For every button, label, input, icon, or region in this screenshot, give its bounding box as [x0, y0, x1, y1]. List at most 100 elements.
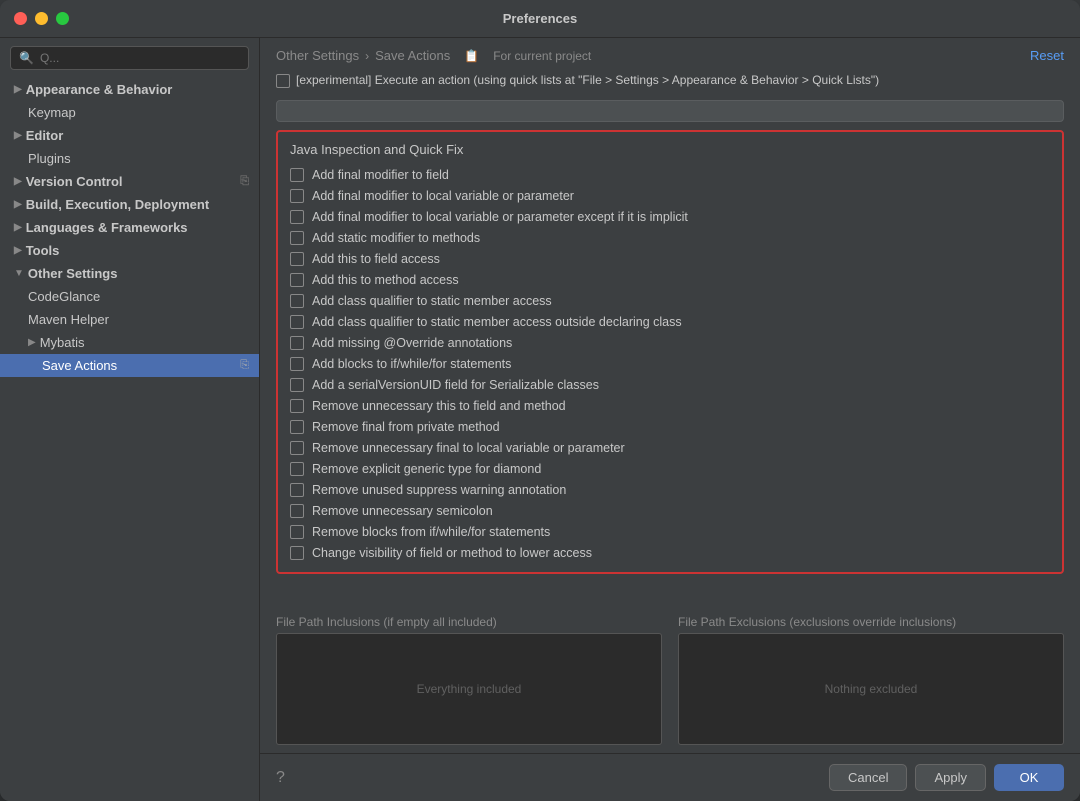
- ok-button[interactable]: OK: [994, 764, 1064, 791]
- checkbox-remove-semicolon[interactable]: [290, 504, 304, 518]
- search-box[interactable]: 🔍: [10, 46, 249, 70]
- label-add-final-local: Add final modifier to local variable or …: [312, 189, 574, 203]
- filepath-inclusions-label: File Path Inclusions (if empty all inclu…: [276, 615, 662, 629]
- checkbox-add-class-qualifier-outside[interactable]: [290, 315, 304, 329]
- maximize-button[interactable]: [56, 12, 69, 25]
- dropdown-row[interactable]: [276, 100, 1064, 122]
- reset-button[interactable]: Reset: [1030, 48, 1064, 63]
- filepath-exclusions-panel: Nothing excluded: [678, 633, 1064, 745]
- checkbox-add-final-local-implicit[interactable]: [290, 210, 304, 224]
- sidebar-item-other-settings[interactable]: ▼ Other Settings: [0, 262, 259, 285]
- inspection-item-remove-semicolon[interactable]: Remove unnecessary semicolon: [290, 501, 1050, 520]
- panel-body: [experimental] Execute an action (using …: [260, 69, 1080, 607]
- inspection-item-remove-blocks[interactable]: Remove blocks from if/while/for statemen…: [290, 522, 1050, 541]
- checkbox-remove-generic[interactable]: [290, 462, 304, 476]
- sidebar-item-build-execution[interactable]: ▶ Build, Execution, Deployment: [0, 193, 259, 216]
- arrow-icon: ▶: [28, 337, 36, 348]
- window-controls[interactable]: [14, 12, 69, 25]
- sidebar-item-codeglance[interactable]: CodeGlance: [0, 285, 259, 308]
- checkbox-add-blocks[interactable]: [290, 357, 304, 371]
- sidebar-item-save-actions[interactable]: Save Actions ⎘: [0, 354, 259, 377]
- apply-button[interactable]: Apply: [915, 764, 986, 791]
- sidebar-item-mybatis[interactable]: ▶ Mybatis: [0, 331, 259, 354]
- checkbox-add-this-method[interactable]: [290, 273, 304, 287]
- filepath-exclusions-empty: Nothing excluded: [825, 682, 918, 696]
- checkbox-add-final-local[interactable]: [290, 189, 304, 203]
- arrow-icon: ▶: [14, 222, 22, 233]
- inspection-box: Java Inspection and Quick Fix Add final …: [276, 130, 1064, 574]
- label-remove-generic: Remove explicit generic type for diamond: [312, 462, 541, 476]
- checkbox-change-visibility[interactable]: [290, 546, 304, 560]
- filepath-inclusions-empty: Everything included: [417, 682, 522, 696]
- inspection-item-remove-generic[interactable]: Remove explicit generic type for diamond: [290, 459, 1050, 478]
- inspection-item-remove-suppress[interactable]: Remove unused suppress warning annotatio…: [290, 480, 1050, 499]
- checkbox-remove-final-private[interactable]: [290, 420, 304, 434]
- breadcrumb-project-label: For current project: [493, 49, 591, 63]
- inspection-item-add-this-method[interactable]: Add this to method access: [290, 270, 1050, 289]
- inspection-item-change-visibility[interactable]: Change visibility of field or method to …: [290, 543, 1050, 562]
- sidebar-item-maven-helper[interactable]: Maven Helper: [0, 308, 259, 331]
- inspection-item-add-final-local-implicit[interactable]: Add final modifier to local variable or …: [290, 207, 1050, 226]
- cancel-button[interactable]: Cancel: [829, 764, 907, 791]
- sidebar-item-tools[interactable]: ▶ Tools: [0, 239, 259, 262]
- checkbox-add-final-field[interactable]: [290, 168, 304, 182]
- quick-list-dropdown[interactable]: [276, 100, 1064, 122]
- checkbox-add-serialversionuid[interactable]: [290, 378, 304, 392]
- help-icon[interactable]: ?: [276, 769, 285, 787]
- minimize-button[interactable]: [35, 12, 48, 25]
- breadcrumb-current: Save Actions: [375, 48, 450, 63]
- label-add-class-qualifier: Add class qualifier to static member acc…: [312, 294, 552, 308]
- title-bar: Preferences: [0, 0, 1080, 38]
- sidebar-item-editor[interactable]: ▶ Editor: [0, 124, 259, 147]
- checkbox-remove-blocks[interactable]: [290, 525, 304, 539]
- inspection-item-add-final-local[interactable]: Add final modifier to local variable or …: [290, 186, 1050, 205]
- sidebar-item-version-control[interactable]: ▶ Version Control ⎘: [0, 170, 259, 193]
- inspection-item-add-serialversionuid[interactable]: Add a serialVersionUID field for Seriali…: [290, 375, 1050, 394]
- close-button[interactable]: [14, 12, 27, 25]
- arrow-icon: ▶: [14, 176, 22, 187]
- inspection-item-add-blocks[interactable]: Add blocks to if/while/for statements: [290, 354, 1050, 373]
- filepath-exclusions-label: File Path Exclusions (exclusions overrid…: [678, 615, 1064, 629]
- inspection-item-add-final-field[interactable]: Add final modifier to field: [290, 165, 1050, 184]
- search-icon: 🔍: [19, 51, 34, 65]
- label-add-final-field: Add final modifier to field: [312, 168, 449, 182]
- label-remove-final-private: Remove final from private method: [312, 420, 500, 434]
- experimental-checkbox[interactable]: [276, 74, 290, 88]
- search-input[interactable]: [40, 51, 240, 65]
- label-remove-blocks: Remove blocks from if/while/for statemen…: [312, 525, 550, 539]
- sidebar-item-plugins[interactable]: Plugins: [0, 147, 259, 170]
- inspection-item-remove-final-local[interactable]: Remove unnecessary final to local variab…: [290, 438, 1050, 457]
- filepath-inclusions-panel: Everything included: [276, 633, 662, 745]
- checkbox-add-override[interactable]: [290, 336, 304, 350]
- label-add-class-qualifier-outside: Add class qualifier to static member acc…: [312, 315, 682, 329]
- breadcrumb-arrow-icon: ›: [365, 49, 369, 63]
- checkbox-add-class-qualifier[interactable]: [290, 294, 304, 308]
- window-title: Preferences: [503, 11, 577, 26]
- label-add-override: Add missing @Override annotations: [312, 336, 512, 350]
- inspection-item-add-override[interactable]: Add missing @Override annotations: [290, 333, 1050, 352]
- label-remove-semicolon: Remove unnecessary semicolon: [312, 504, 493, 518]
- inspection-item-add-static-methods[interactable]: Add static modifier to methods: [290, 228, 1050, 247]
- checkbox-remove-suppress[interactable]: [290, 483, 304, 497]
- inspection-item-add-class-qualifier-outside[interactable]: Add class qualifier to static member acc…: [290, 312, 1050, 331]
- arrow-icon: ▼: [14, 268, 24, 279]
- checkbox-add-this-field[interactable]: [290, 252, 304, 266]
- sidebar: 🔍 ▶ Appearance & Behavior Keymap ▶ Edito…: [0, 38, 260, 801]
- label-add-static-methods: Add static modifier to methods: [312, 231, 480, 245]
- sidebar-item-languages-frameworks[interactable]: ▶ Languages & Frameworks: [0, 216, 259, 239]
- experimental-row: [experimental] Execute an action (using …: [276, 69, 1064, 92]
- experimental-label: [experimental] Execute an action (using …: [296, 73, 879, 87]
- arrow-icon: ▶: [14, 199, 22, 210]
- checkbox-remove-final-local[interactable]: [290, 441, 304, 455]
- checkbox-add-static-methods[interactable]: [290, 231, 304, 245]
- inspection-item-add-class-qualifier[interactable]: Add class qualifier to static member acc…: [290, 291, 1050, 310]
- arrow-icon: ▶: [14, 245, 22, 256]
- inspection-item-remove-this[interactable]: Remove unnecessary this to field and met…: [290, 396, 1050, 415]
- sidebar-item-keymap[interactable]: Keymap: [0, 101, 259, 124]
- sidebar-item-appearance-behavior[interactable]: ▶ Appearance & Behavior: [0, 78, 259, 101]
- checkbox-remove-this[interactable]: [290, 399, 304, 413]
- inspection-item-add-this-field[interactable]: Add this to field access: [290, 249, 1050, 268]
- label-add-blocks: Add blocks to if/while/for statements: [312, 357, 511, 371]
- label-remove-suppress: Remove unused suppress warning annotatio…: [312, 483, 566, 497]
- inspection-item-remove-final-private[interactable]: Remove final from private method: [290, 417, 1050, 436]
